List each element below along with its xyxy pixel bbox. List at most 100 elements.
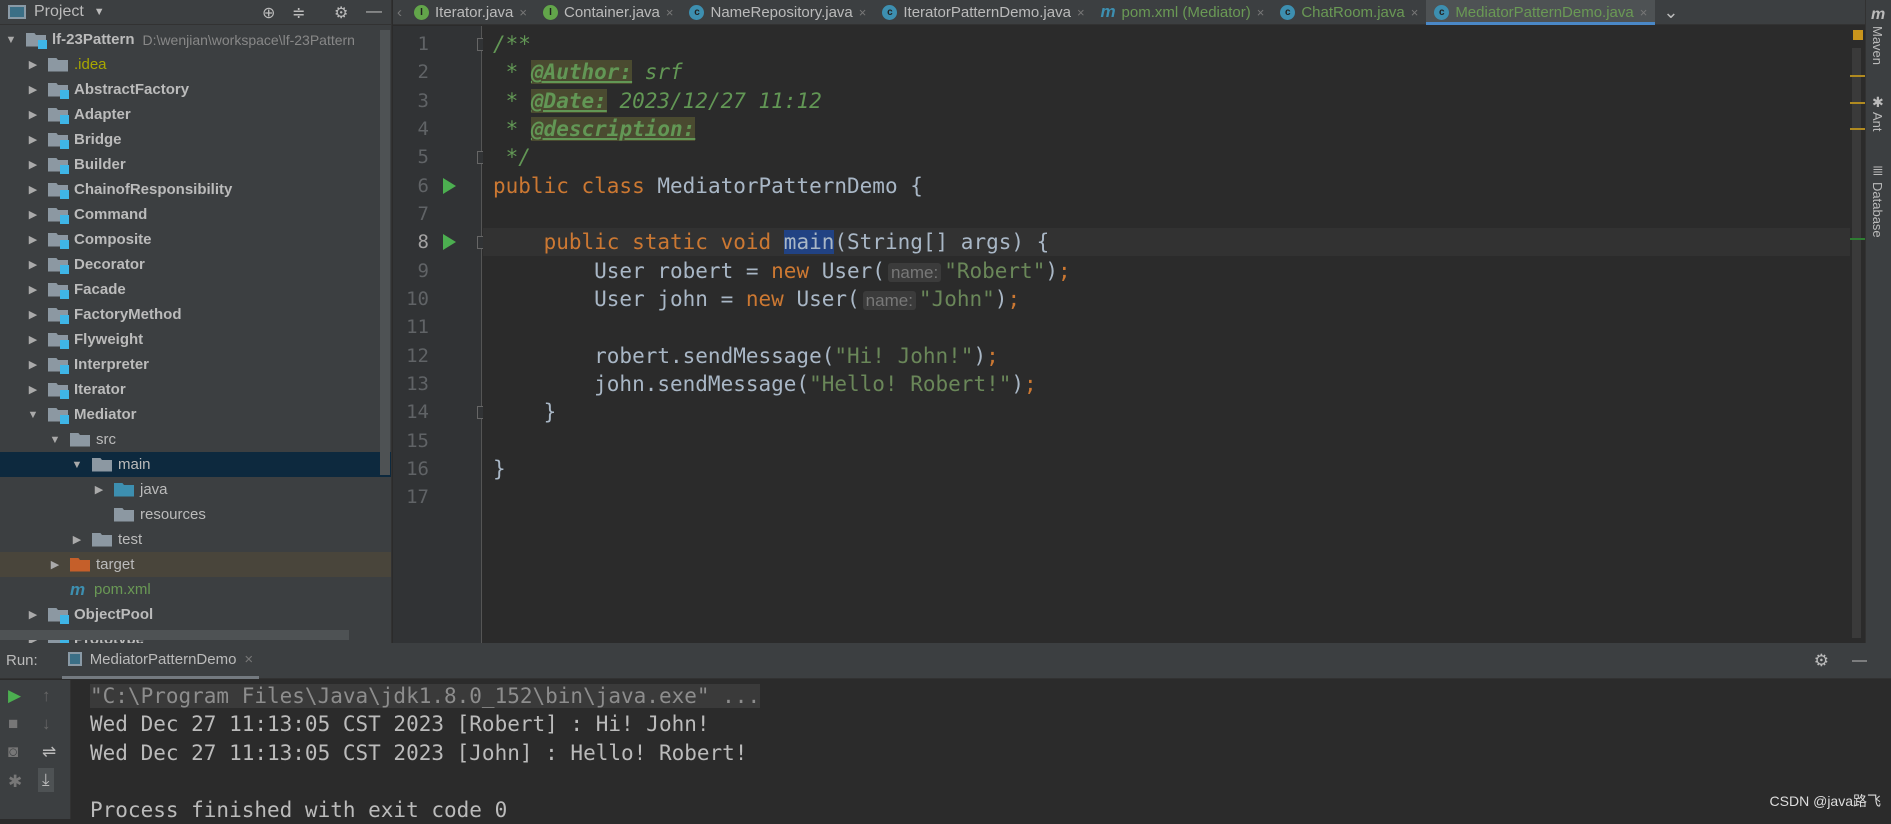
expanded-arrow-icon[interactable]: ▼ [26, 409, 40, 421]
tree-item[interactable]: ▶ target [0, 552, 391, 577]
collapsed-arrow-icon[interactable]: ▶ [26, 133, 40, 146]
warning-marker[interactable] [1850, 102, 1865, 104]
close-icon[interactable]: × [519, 5, 527, 20]
collapsed-arrow-icon[interactable]: ▶ [26, 208, 40, 221]
expanded-arrow-icon[interactable]: ▼ [4, 34, 18, 46]
chevron-down-icon[interactable]: ⌄ [1663, 2, 1678, 23]
collapsed-arrow-icon[interactable]: ▶ [26, 608, 40, 621]
collapsed-arrow-icon[interactable]: ▶ [26, 258, 40, 271]
collapsed-arrow-icon[interactable]: ▶ [26, 108, 40, 121]
tree-item[interactable]: ▼ main [0, 452, 391, 477]
tab-label[interactable]: Iterator.java [435, 4, 513, 21]
console-output[interactable]: "C:\Program Files\Java\jdk1.8.0_152\bin\… [90, 682, 761, 824]
tree-item[interactable]: ▶ FactoryMethod [0, 302, 391, 327]
gear-icon[interactable]: ⚙ [1814, 651, 1829, 671]
tree-item[interactable]: ▶ Composite [0, 227, 391, 252]
tab-label[interactable]: NameRepository.java [710, 4, 852, 21]
tab-label[interactable]: MediatorPatternDemo.java [1455, 4, 1633, 21]
line-number[interactable]: 15 [393, 430, 429, 452]
tree-item[interactable]: ▶ test [0, 527, 391, 552]
warning-indicator-icon[interactable] [1853, 30, 1863, 40]
tree-item[interactable]: ▶ ChainofResponsibility [0, 177, 391, 202]
collapsed-arrow-icon[interactable]: ▶ [26, 158, 40, 171]
project-panel-header[interactable]: Project ▼ ⊕ ≑ ⚙ — [0, 0, 391, 25]
tree-item[interactable]: ▶ Command [0, 202, 391, 227]
tree-item[interactable]: ▶ Adapter [0, 102, 391, 127]
line-number[interactable]: 10 [393, 288, 429, 310]
soft-wrap-icon[interactable]: ⇌ [42, 742, 56, 762]
line-number[interactable]: 7 [393, 203, 429, 225]
tree-item[interactable]: ▶ AbstractFactory [0, 77, 391, 102]
camera-icon[interactable]: ◙ [8, 742, 18, 762]
expanded-arrow-icon[interactable]: ▼ [48, 434, 62, 446]
editor-tab[interactable]: I Container.java × [535, 0, 682, 25]
line-number[interactable]: 2 [393, 61, 429, 83]
close-icon[interactable]: × [1411, 5, 1419, 20]
line-number[interactable]: 17 [393, 486, 429, 508]
close-icon[interactable]: × [244, 651, 253, 668]
change-marker[interactable] [1850, 238, 1865, 240]
tree-item[interactable]: ▶ ObjectPool [0, 602, 391, 627]
collapsed-arrow-icon[interactable]: ▶ [26, 283, 40, 296]
tree-item[interactable]: ▼ Mediator [0, 402, 391, 427]
tree-item[interactable]: ▶ java [0, 477, 391, 502]
ant-icon[interactable]: ✱ [1872, 94, 1884, 111]
tab-label[interactable]: Container.java [564, 4, 660, 21]
collapsed-arrow-icon[interactable]: ▶ [92, 483, 106, 496]
scroll-tabs-left-icon[interactable]: ‹ [393, 4, 406, 21]
tree-item[interactable]: ▶ Facade [0, 277, 391, 302]
collapsed-arrow-icon[interactable]: ▶ [26, 308, 40, 321]
tree-item[interactable]: ▼ src [0, 427, 391, 452]
minimize-icon[interactable]: — [1852, 652, 1867, 669]
line-number[interactable]: 6 [393, 175, 429, 197]
collapsed-arrow-icon[interactable]: ▶ [70, 533, 84, 546]
close-icon[interactable]: × [1077, 5, 1085, 20]
tree-item[interactable]: ▶ Bridge [0, 127, 391, 152]
collapsed-arrow-icon[interactable]: ▶ [26, 83, 40, 96]
tree-item[interactable]: ▶ Decorator [0, 252, 391, 277]
editor-tab[interactable]: I Iterator.java × [406, 0, 535, 25]
tree-item[interactable]: ▶ Iterator [0, 377, 391, 402]
tree-horizontal-scrollbar[interactable] [0, 630, 349, 640]
up-arrow-icon[interactable]: ↑ [42, 686, 51, 706]
editor-tab[interactable]: c NameRepository.java × [681, 0, 874, 25]
code-editor[interactable]: /** * @Author: srf * @Date: 2023/12/27 1… [483, 26, 1850, 643]
line-number[interactable]: 12 [393, 345, 429, 367]
tab-label[interactable]: IteratorPatternDemo.java [903, 4, 1071, 21]
error-stripe[interactable] [1850, 26, 1865, 643]
tree-item[interactable]: resources [0, 502, 391, 527]
tree-item[interactable]: m pom.xml [0, 577, 391, 602]
editor-tab[interactable]: c IteratorPatternDemo.java × [874, 0, 1092, 25]
line-number[interactable]: 13 [393, 373, 429, 395]
line-number[interactable]: 1 [393, 33, 429, 55]
chevron-down-icon[interactable]: ▼ [94, 6, 105, 18]
database-tool-button[interactable]: Database [1870, 182, 1885, 238]
run-gutter-icon[interactable] [443, 177, 456, 194]
close-icon[interactable]: × [1257, 5, 1265, 20]
run-tab[interactable]: MediatorPatternDemo × [61, 643, 260, 679]
line-number[interactable]: 3 [393, 90, 429, 112]
collapsed-arrow-icon[interactable]: ▶ [26, 183, 40, 196]
collapsed-arrow-icon[interactable]: ▶ [26, 58, 40, 71]
editor-tab[interactable]: m pom.xml (Mediator) × [1093, 0, 1273, 25]
tab-label[interactable]: pom.xml (Mediator) [1122, 4, 1251, 21]
line-number[interactable]: 16 [393, 458, 429, 480]
database-icon[interactable]: ≣ [1872, 162, 1884, 179]
close-icon[interactable]: × [859, 5, 867, 20]
line-number[interactable]: 9 [393, 260, 429, 282]
editor-scrollbar[interactable] [1852, 48, 1861, 638]
stop-icon[interactable]: ■ [8, 714, 18, 734]
tab-label[interactable]: ChatRoom.java [1301, 4, 1404, 21]
debug-icon[interactable]: ✱ [8, 772, 22, 792]
maven-icon[interactable]: m [1871, 6, 1885, 24]
maven-tool-button[interactable]: Maven [1870, 26, 1885, 65]
line-number[interactable]: 11 [393, 316, 429, 338]
collapsed-arrow-icon[interactable]: ▶ [26, 233, 40, 246]
run-gutter-icon[interactable] [443, 234, 456, 251]
tree-item[interactable]: ▶ Builder [0, 152, 391, 177]
close-icon[interactable]: × [666, 5, 674, 20]
line-number[interactable]: 14 [393, 401, 429, 423]
tree-item[interactable]: ▶ Flyweight [0, 327, 391, 352]
warning-marker[interactable] [1850, 128, 1865, 130]
run-tab-label[interactable]: MediatorPatternDemo [90, 651, 237, 668]
